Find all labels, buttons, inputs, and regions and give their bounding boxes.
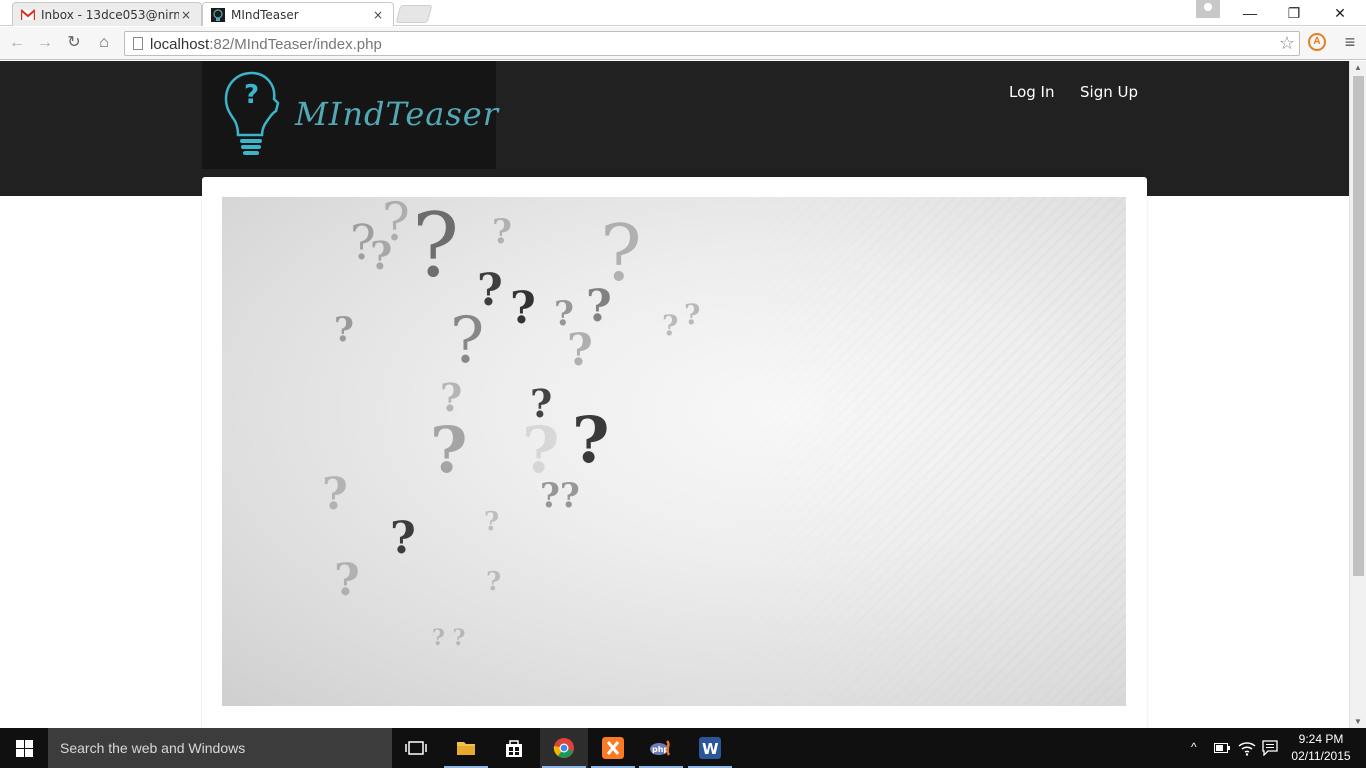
question-mark: ? xyxy=(477,265,503,316)
profile-icon[interactable] xyxy=(1196,0,1220,18)
question-mark: ? xyxy=(510,283,536,334)
question-mark: ? xyxy=(492,212,512,252)
question-mark: ? xyxy=(450,304,485,378)
tab-inbox[interactable]: Inbox - 13dce053@nirma. × xyxy=(12,2,202,26)
question-mark: ? xyxy=(586,281,612,332)
taskbar-search-placeholder: Search the web and Windows xyxy=(60,740,246,756)
question-mark: ? xyxy=(530,381,553,426)
store-button[interactable] xyxy=(490,728,538,768)
question-mark: ? xyxy=(412,197,460,297)
question-mark: ? xyxy=(486,567,502,597)
brand-name: MIndTeaser xyxy=(295,95,500,133)
scrollbar-thumb[interactable] xyxy=(1353,76,1364,576)
mindteaser-icon xyxy=(211,7,225,22)
tab-close-icon[interactable]: × xyxy=(371,8,385,22)
question-mark: ? xyxy=(522,413,560,488)
page-scrollbar[interactable]: ▲ ▼ xyxy=(1349,61,1366,728)
taskbar-clock[interactable]: 9:24 PM 02/11/2015 xyxy=(1288,731,1354,765)
login-link[interactable]: Log In xyxy=(1009,83,1055,101)
clock-date: 02/11/2015 xyxy=(1291,749,1351,763)
question-mark: ? xyxy=(382,197,410,253)
xampp-button[interactable] xyxy=(589,728,637,768)
minimize-button[interactable]: — xyxy=(1228,2,1272,24)
question-mark: ? xyxy=(350,215,376,271)
wifi-icon[interactable] xyxy=(1238,740,1256,756)
folder-icon xyxy=(457,742,475,755)
question-mark: ? xyxy=(390,513,416,564)
restore-button[interactable]: ❐ xyxy=(1272,2,1316,24)
tab-title: Inbox - 13dce053@nirma. xyxy=(41,7,179,22)
clock-time: 9:24 PM xyxy=(1298,732,1344,746)
store-icon xyxy=(506,740,522,757)
taskbar-search[interactable]: Search the web and Windows xyxy=(48,728,392,768)
page-icon xyxy=(133,37,143,50)
scroll-up-icon[interactable]: ▲ xyxy=(1354,63,1362,72)
home-icon[interactable]: ⌂ xyxy=(93,32,115,54)
question-mark: ? xyxy=(334,310,354,350)
question-mark: ? xyxy=(484,507,500,537)
start-button[interactable] xyxy=(0,728,48,768)
chrome-menu-icon[interactable]: ≡ xyxy=(1340,32,1360,54)
address-url: localhost:82/MIndTeaser/index.php xyxy=(150,36,382,53)
site-header: ? MIndTeaser Log In Sign Up xyxy=(0,61,1349,196)
file-explorer-button[interactable] xyxy=(442,728,490,768)
php-button[interactable]: php xyxy=(637,728,685,768)
lightbulb-head-icon: ? xyxy=(224,71,280,155)
gmail-icon xyxy=(21,8,35,20)
xampp-icon xyxy=(602,737,624,759)
forward-icon[interactable]: → xyxy=(34,32,56,54)
question-mark: ? xyxy=(334,555,360,606)
site-logo[interactable]: ? MIndTeaser xyxy=(202,61,500,169)
tab-title: MIndTeaser xyxy=(231,7,299,22)
question-mark: ? ? xyxy=(432,625,466,651)
back-icon[interactable]: ← xyxy=(6,32,28,54)
windows-taskbar: Search the web and Windows php W ^ 9:24 … xyxy=(0,728,1366,768)
url-path: :82/MIndTeaser/index.php xyxy=(209,36,382,53)
question-mark: ? xyxy=(572,403,610,478)
chrome-button[interactable] xyxy=(540,728,588,768)
browser-tabstrip: Inbox - 13dce053@nirma. × MIndTeaser × —… xyxy=(0,0,1366,26)
question-mark: ? xyxy=(322,469,348,520)
windows-logo-icon xyxy=(16,740,33,757)
address-bar[interactable]: localhost:82/MIndTeaser/index.php ☆ xyxy=(124,31,1300,56)
close-window-button[interactable]: ✕ xyxy=(1318,2,1362,24)
browser-toolbar: ← → ↻ ⌂ localhost:82/MIndTeaser/index.ph… xyxy=(0,27,1366,60)
extension-icon[interactable]: A xyxy=(1308,33,1326,51)
question-mark: ? xyxy=(684,298,701,331)
scroll-down-icon[interactable]: ▼ xyxy=(1354,717,1362,726)
task-view-button[interactable] xyxy=(392,728,440,768)
question-mark: ? xyxy=(370,233,393,278)
tray-overflow-icon[interactable]: ^ xyxy=(1191,740,1197,754)
word-button[interactable]: W xyxy=(686,728,734,768)
page-viewport: ? MIndTeaser Log In Sign Up ? ? ? ? ? ? … xyxy=(0,61,1349,728)
php-icon: php xyxy=(650,740,671,756)
question-mark: ? xyxy=(567,325,593,376)
url-host: localhost xyxy=(150,36,210,53)
word-icon: W xyxy=(699,737,721,759)
svg-text:W: W xyxy=(702,740,719,758)
question-mark: ? xyxy=(662,309,679,342)
question-mark: ? xyxy=(600,209,642,299)
task-view-icon xyxy=(405,741,427,755)
battery-icon[interactable] xyxy=(1214,742,1230,754)
content-card: ? ? ? ? ? ? ? ? ? ? ? ? ? ? ? ? ? ? ? ? … xyxy=(202,177,1147,728)
svg-text:?: ? xyxy=(244,80,259,110)
question-mark: ?? xyxy=(540,476,580,516)
question-mark: ? xyxy=(554,294,574,334)
reload-icon[interactable]: ↻ xyxy=(63,32,85,54)
notification-icon[interactable] xyxy=(1262,740,1278,756)
question-mark: ? xyxy=(430,413,468,488)
tab-close-icon[interactable]: × xyxy=(179,8,193,22)
signup-link[interactable]: Sign Up xyxy=(1080,83,1138,101)
chrome-icon xyxy=(553,738,574,758)
hero-image: ? ? ? ? ? ? ? ? ? ? ? ? ? ? ? ? ? ? ? ? … xyxy=(222,197,1126,706)
question-mark: ? xyxy=(440,375,463,420)
tab-mindteaser[interactable]: MIndTeaser × xyxy=(202,2,394,26)
new-tab-button[interactable] xyxy=(395,5,433,23)
bookmark-star-icon[interactable]: ☆ xyxy=(1279,33,1295,54)
